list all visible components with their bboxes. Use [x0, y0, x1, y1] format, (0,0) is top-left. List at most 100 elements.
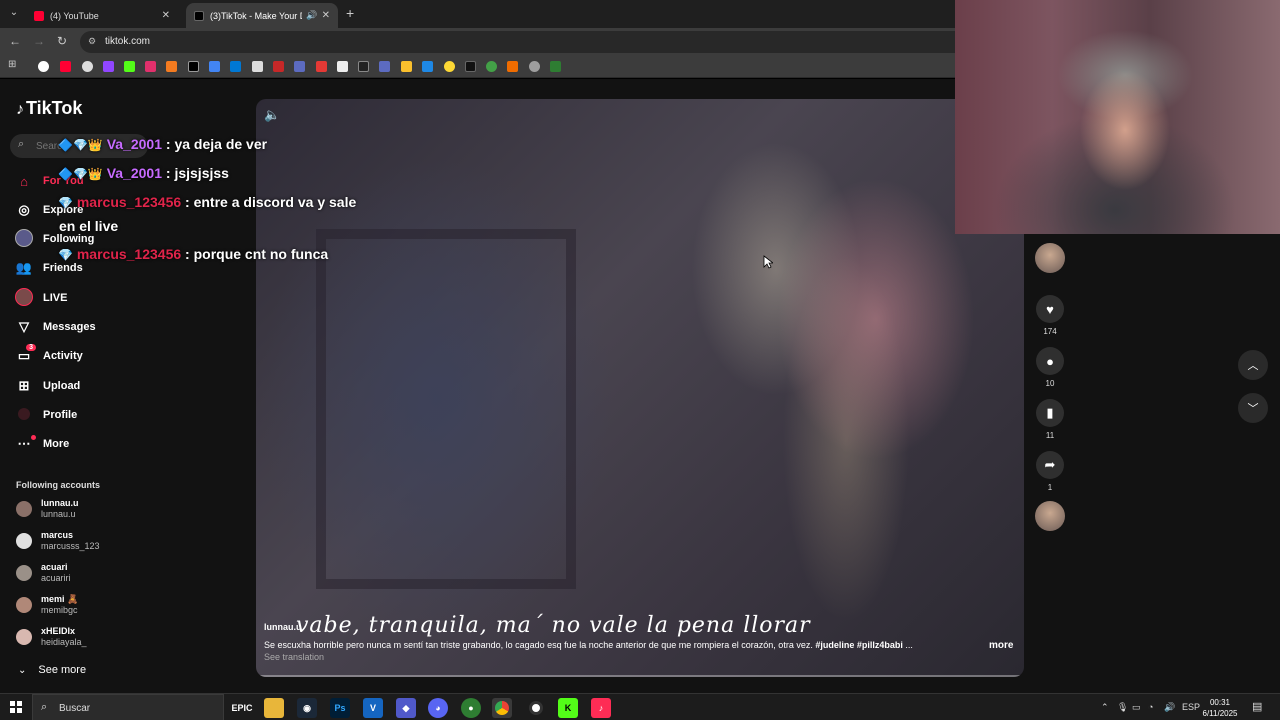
following-account[interactable]: marcus marcusss_123	[16, 529, 156, 555]
nav-activity[interactable]: ▭ 3 Activity	[14, 344, 83, 367]
bookmark-icon[interactable]	[529, 61, 540, 72]
tab-search-icon[interactable]: ⌄	[6, 5, 22, 21]
search-icon[interactable]: ⌕	[18, 138, 24, 151]
system-clock[interactable]: 00:31 6/11/2025	[1198, 697, 1242, 719]
author-avatar[interactable]	[1034, 243, 1066, 273]
nav-live[interactable]: LIVE	[14, 287, 67, 309]
notifications-icon[interactable]: ▤	[1252, 700, 1262, 713]
obs-icon[interactable]	[526, 698, 546, 718]
nav-profile[interactable]: Profile	[14, 404, 77, 426]
video-progress-bar[interactable]	[260, 675, 1020, 677]
save-button[interactable]: ▮ 11	[1034, 399, 1066, 440]
chat-message-continuation: en el live	[59, 218, 119, 234]
epic-games-icon[interactable]: EPIC	[232, 698, 253, 718]
comment-button[interactable]: ● 10	[1034, 347, 1066, 388]
google-bookmark-icon[interactable]	[38, 61, 49, 72]
chevron-up-icon[interactable]: ⌃	[1101, 702, 1109, 713]
display-icon[interactable]: ▭	[1132, 702, 1141, 713]
account-name: acuari	[41, 562, 68, 572]
reload-icon[interactable]: ↻	[57, 34, 67, 48]
bookmark-icon[interactable]	[82, 61, 93, 72]
video-description: Se escuxha horrible pero nunca m sentí t…	[264, 640, 964, 650]
bookmark-icon[interactable]	[379, 61, 390, 72]
app-icon[interactable]: ●	[461, 698, 481, 718]
file-explorer-icon[interactable]	[264, 698, 284, 718]
bookmark-icon[interactable]	[252, 61, 263, 72]
nav-messages[interactable]: ▽ Messages	[14, 316, 96, 338]
bookmark-icon[interactable]	[209, 61, 220, 72]
bookmark-icon[interactable]	[444, 61, 455, 72]
close-tab-icon[interactable]: ✕	[162, 10, 170, 21]
vegas-icon[interactable]: V	[363, 698, 383, 718]
instagram-bookmark-icon[interactable]	[145, 61, 156, 72]
bookmark-icon[interactable]	[358, 61, 369, 72]
bookmark-icon[interactable]	[337, 61, 348, 72]
url-text: tiktok.com	[105, 36, 151, 47]
new-tab-icon[interactable]: +	[346, 5, 354, 21]
site-info-icon[interactable]: ⚙	[88, 36, 96, 47]
tab-youtube[interactable]: (4) YouTube ✕	[26, 3, 178, 28]
address-bar[interactable]: ⚙ tiktok.com	[80, 31, 980, 53]
microphone-icon[interactable]: 🎙	[1117, 702, 1128, 713]
video-player[interactable]: 🔈 vabe, tranquila, ma´ no vale la pena l…	[256, 99, 1024, 677]
kick-bookmark-icon[interactable]	[124, 61, 135, 72]
forward-icon[interactable]: →	[33, 34, 45, 48]
see-translation-link[interactable]: See translation	[264, 652, 324, 662]
photoshop-icon[interactable]: Ps	[330, 698, 350, 718]
nav-more[interactable]: ⋯ More	[14, 433, 69, 455]
bookmark-icon[interactable]	[401, 61, 412, 72]
bookmark-icon[interactable]	[316, 61, 327, 72]
bookmark-icon[interactable]	[294, 61, 305, 72]
live-icon	[14, 287, 34, 309]
following-account[interactable]: acuari acuariri	[16, 561, 156, 587]
x-bookmark-icon[interactable]	[188, 61, 199, 72]
discord-icon[interactable]: ◕	[428, 698, 448, 718]
bookmark-icon[interactable]	[465, 61, 476, 72]
bookmark-icon[interactable]	[550, 61, 561, 72]
search-icon: ⌕	[41, 701, 48, 713]
tab-tiktok[interactable]: (3)TikTok - Make Your Day 🔊 ✕	[186, 3, 338, 28]
chat-message: 💎 marcus_123456 : porque cnt no funca	[58, 246, 328, 262]
taskbar-search-placeholder: Buscar	[59, 703, 91, 714]
chevron-up-icon: ︿	[1247, 360, 1259, 372]
tiktok-logo[interactable]: ♪ TikTok	[16, 98, 82, 119]
apps-grid-icon[interactable]: ⊞	[8, 59, 19, 70]
kick-icon[interactable]: K	[558, 698, 578, 718]
following-account[interactable]: xHEIDIx heidiayala_	[16, 625, 156, 651]
music-disc[interactable]	[1034, 501, 1066, 531]
youtube-bookmark-icon[interactable]	[60, 61, 71, 72]
share-button[interactable]: ➦ 1	[1034, 451, 1066, 492]
back-icon[interactable]: ←	[9, 34, 21, 48]
bookmark-icon[interactable]	[230, 61, 241, 72]
bookmark-icon[interactable]	[166, 61, 177, 72]
tiktok-live-icon[interactable]: ♪	[591, 698, 611, 718]
following-account[interactable]: lunnau.u lunnau.u	[16, 497, 156, 523]
bookmark-icon[interactable]	[422, 61, 433, 72]
next-video-button[interactable]: ﹀	[1238, 393, 1268, 423]
taskbar-search[interactable]: ⌕ Buscar	[32, 694, 224, 720]
bookmark-icon[interactable]	[507, 61, 518, 72]
chrome-icon[interactable]	[492, 698, 512, 718]
nav-upload[interactable]: ⊞ Upload	[14, 375, 81, 397]
like-button[interactable]: ♥ 174	[1034, 295, 1066, 336]
see-more-button[interactable]: ⌄ See more	[18, 664, 86, 676]
speaker-icon[interactable]: 🔊	[1164, 702, 1175, 713]
following-account[interactable]: memi 🧸 memibgc	[16, 593, 156, 619]
hashtag[interactable]: #judeline	[815, 640, 854, 650]
more-button[interactable]: more	[989, 640, 1013, 651]
close-tab-icon[interactable]: ✕	[322, 10, 330, 21]
account-username: heidiayala_	[41, 637, 87, 647]
volume-icon[interactable]: 🔈	[264, 107, 280, 123]
bookmark-icon[interactable]	[486, 61, 497, 72]
previous-video-button[interactable]: ︿	[1238, 350, 1268, 380]
video-author[interactable]: lunnau.u	[264, 622, 302, 632]
steam-icon[interactable]: ◉	[297, 698, 317, 718]
tab-audio-icon[interactable]: 🔊	[306, 10, 317, 21]
twitch-bookmark-icon[interactable]	[103, 61, 114, 72]
teams-icon[interactable]: ◆	[396, 698, 416, 718]
bookmark-icon[interactable]	[273, 61, 284, 72]
network-icon[interactable]: ◔	[1148, 702, 1153, 712]
following-avatar-icon	[14, 228, 34, 250]
windows-start-icon[interactable]	[10, 701, 22, 713]
hashtag[interactable]: #pillz4babi	[857, 640, 903, 650]
